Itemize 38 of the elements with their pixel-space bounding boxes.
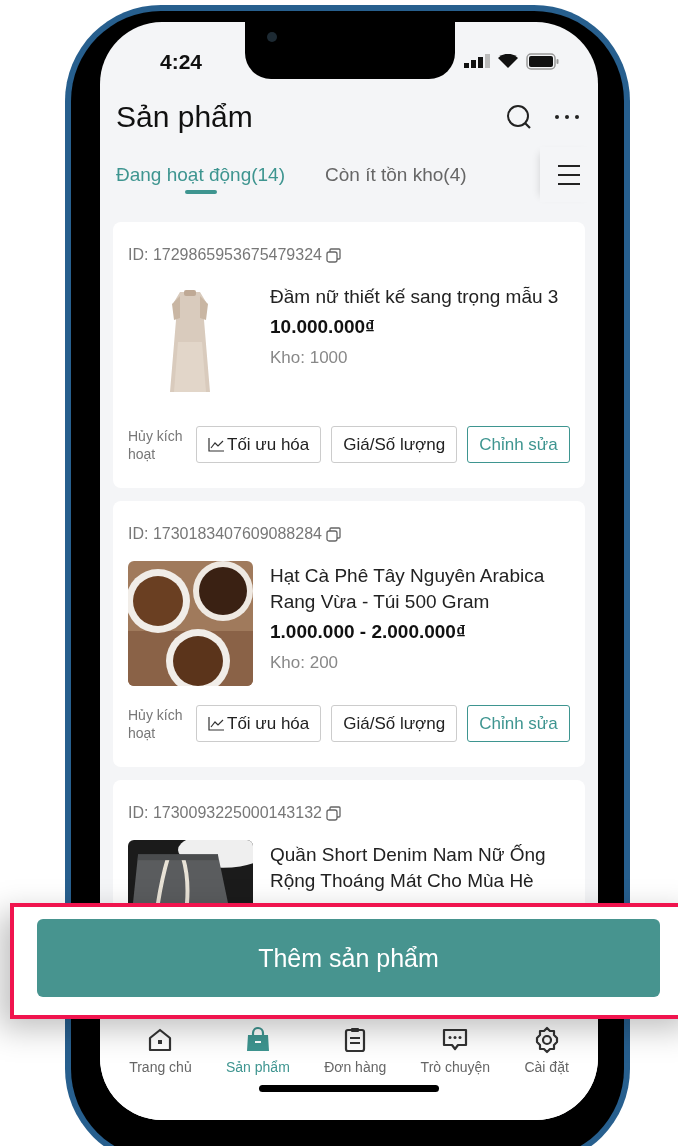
nav-item[interactable]: Trò chuyện [420, 1026, 491, 1085]
copy-icon[interactable] [325, 526, 341, 542]
product-stock: Kho: 200 [270, 653, 340, 673]
battery-icon [526, 53, 560, 70]
page-title: Sản phẩm [116, 100, 254, 134]
nav-item[interactable]: Trang chủ [129, 1026, 192, 1085]
wifi-icon [498, 54, 518, 69]
product-price: 1.000.000 - 2.000.000₫ [270, 620, 467, 644]
copy-icon[interactable] [325, 247, 341, 263]
product-id: ID: 1729865953675479324 [128, 246, 322, 264]
price-quantity-button[interactable]: Giá/Số lượng [331, 705, 458, 742]
edit-button[interactable]: Chỉnh sửa [467, 705, 570, 742]
tab[interactable]: Đang hoạt động(14) [116, 147, 285, 202]
tab[interactable]: Còn ít tồn kho(4) [325, 147, 467, 202]
nav-item[interactable]: Đơn hàng [324, 1026, 387, 1085]
edit-button[interactable]: Chỉnh sửa [467, 426, 570, 463]
product-name: Quần Short Denim Nam Nữ Ống Rộng Thoáng Mát Cho Mùa Hè [270, 843, 547, 893]
product-stock: Kho: 1000 [270, 348, 349, 368]
product-name: Đầm nữ thiết kế sang trọng mẫu 3 [270, 285, 560, 309]
optimize-button[interactable]: Tối ưu hóa [196, 426, 322, 463]
copy-icon[interactable] [325, 805, 341, 821]
product-name: Hạt Cà Phê Tây Nguyên Arabica Rang Vừa - Túi 500 Gram [270, 564, 546, 614]
status-time: 4:24 [160, 49, 203, 74]
deactivate-link[interactable]: Hủy kích hoạt [128, 426, 186, 463]
product-price: 10.000.000₫ [270, 315, 376, 339]
menu-icon[interactable] [557, 163, 581, 186]
chart-icon [208, 716, 224, 731]
signal-icon [464, 53, 490, 70]
nav-item[interactable]: Cài đặt [524, 1026, 569, 1085]
add-product-button[interactable]: Thêm sản phẩm [37, 919, 660, 997]
deactivate-link[interactable]: Hủy kích hoạt [128, 705, 186, 742]
product-id: ID: 1730183407609088284 [128, 525, 322, 543]
search-icon[interactable] [506, 104, 532, 130]
price-quantity-button[interactable]: Giá/Số lượng [331, 426, 458, 463]
optimize-button[interactable]: Tối ưu hóa [196, 705, 322, 742]
chart-icon [208, 437, 224, 452]
product-id: ID: 1730093225000143132 [128, 804, 322, 822]
nav-item[interactable]: Sản phẩm [226, 1026, 290, 1085]
